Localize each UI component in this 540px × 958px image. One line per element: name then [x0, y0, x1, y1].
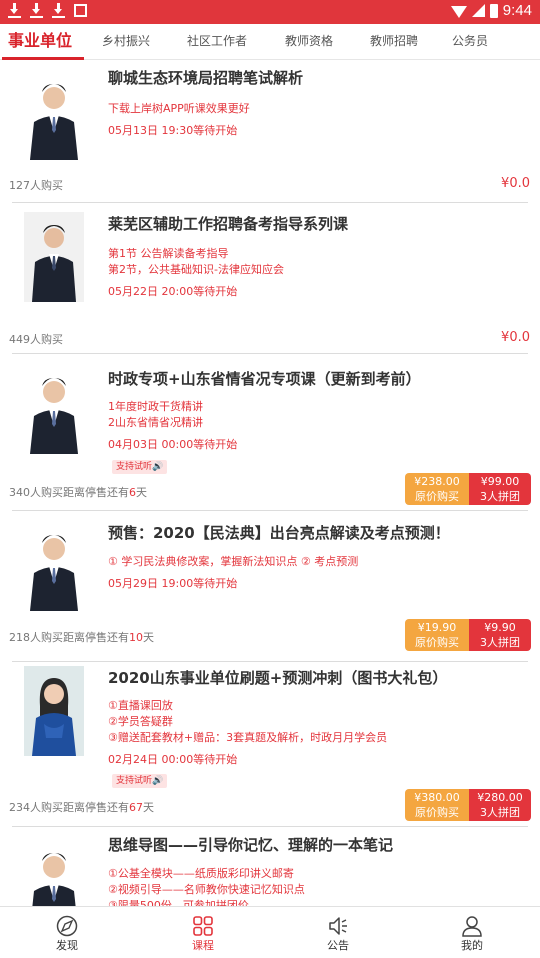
course-card[interactable]: 2020山东事业单位刷题+预测冲刺（图书大礼包） ①直播课回放 ②学员答疑群 ③…: [0, 658, 540, 827]
teacher-photo: [24, 521, 84, 611]
course-card[interactable]: 思维导图——引导你记忆、理解的一本笔记 ①公基全模块——纸质版彩印讲义邮寄 ②视…: [0, 827, 540, 907]
tab-shiye-danwei[interactable]: 事业单位: [8, 24, 72, 60]
course-desc-line: 第1节 公告解读备考指导: [108, 247, 229, 260]
course-start-time: 02月24日 00:00等待开始: [108, 753, 238, 766]
download-icon: [8, 3, 21, 18]
download-icon: [30, 3, 43, 18]
course-desc-line: ③赠送配套教材+赠品：3套真题及解析，时政月月学会员: [108, 731, 388, 744]
course-title[interactable]: 预售：2020【民法典】出台亮点解读及考点预测！: [108, 522, 450, 543]
buyer-count: 340人购买距离停售还有6天: [9, 486, 147, 499]
course-title[interactable]: 思维导图——引导你记忆、理解的一本笔记: [108, 834, 393, 855]
course-start-time: 05月29日 19:00等待开始: [108, 577, 238, 590]
wifi-icon: [450, 5, 467, 18]
course-desc-line: 2山东省情省况精讲: [108, 416, 203, 429]
course-desc-line: ②学员答疑群: [108, 715, 173, 728]
price-buttons: ¥238.00 原价购买 ¥99.00 3人拼团: [405, 473, 531, 505]
tab-shequ-gongzuozhe[interactable]: 社区工作者: [187, 24, 247, 60]
bottom-navigation: 发现 课程 公告 我的: [0, 906, 540, 958]
nav-label: 公告: [327, 939, 349, 952]
course-title[interactable]: 时政专项+山东省情省况专项课（更新到考前）: [108, 368, 421, 389]
course-price: ¥0.0: [501, 330, 530, 345]
course-card[interactable]: 莱芜区辅助工作招聘备考指导系列课 第1节 公告解读备考指导 第2节，公共基础知识…: [0, 203, 540, 354]
teacher-photo: [24, 70, 84, 160]
compass-icon: [56, 915, 78, 937]
course-title[interactable]: 聊城生态环境局招聘笔试解析: [108, 67, 303, 88]
course-desc-line: ②视频引导——名师教你快速记忆知识点: [108, 883, 305, 896]
course-start-time: 05月13日 19:30等待开始: [108, 124, 238, 137]
course-card[interactable]: 时政专项+山东省情省况专项课（更新到考前） 1年度时政干货精讲 2山东省情省况精…: [0, 354, 540, 511]
buyer-count: 449人购买: [9, 333, 63, 346]
nav-courses[interactable]: 课程: [168, 907, 238, 958]
price-buttons: ¥380.00 原价购买 ¥280.00 3人拼团: [405, 789, 531, 821]
tab-jiaoshi-zhaopin[interactable]: 教师招聘: [370, 24, 418, 60]
nav-announcements[interactable]: 公告: [303, 907, 373, 958]
grid-icon: [193, 916, 213, 936]
buyer-count: 234人购买距离停售还有67天: [9, 801, 154, 814]
teacher-photo: [24, 666, 84, 756]
download-icon: [52, 3, 65, 18]
buyer-count: 218人购买距离停售还有10天: [9, 631, 154, 644]
course-desc-line: ① 学习民法典修改案，掌握新法知识点 ② 考点预测: [108, 555, 359, 568]
course-desc-line: ①公基全模块——纸质版彩印讲义邮寄: [108, 867, 294, 880]
original-price-button[interactable]: ¥380.00 原价购买: [405, 789, 469, 821]
course-desc-line: 下载上岸树APP听课效果更好: [108, 102, 250, 115]
status-bar: 9:44: [0, 0, 540, 24]
course-start-time: 04月03日 00:00等待开始: [108, 438, 238, 451]
trial-listen-badge[interactable]: 支持试听🔊: [112, 460, 168, 474]
trial-listen-badge[interactable]: 支持试听🔊: [112, 774, 168, 788]
tab-gongwuyuan[interactable]: 公务员: [452, 24, 488, 60]
speaker-icon: [329, 917, 347, 935]
nav-label: 我的: [461, 939, 483, 952]
tab-jiaoshi-zige[interactable]: 教师资格: [285, 24, 333, 60]
group-buy-button[interactable]: ¥99.00 3人拼团: [469, 473, 531, 505]
tab-xiangcun-zhenxing[interactable]: 乡村振兴: [102, 24, 150, 60]
teacher-photo: [24, 839, 84, 907]
course-price: ¥0.0: [501, 176, 530, 191]
nav-label: 发现: [56, 939, 78, 952]
status-time: 9:44: [502, 2, 532, 19]
course-card[interactable]: 聊城生态环境局招聘笔试解析 下载上岸树APP听课效果更好 05月13日 19:3…: [0, 60, 540, 203]
buyer-count: 127人购买: [9, 179, 63, 192]
course-title[interactable]: 莱芜区辅助工作招聘备考指导系列课: [108, 213, 348, 234]
course-start-time: 05月22日 20:00等待开始: [108, 285, 238, 298]
group-buy-button[interactable]: ¥280.00 3人拼团: [469, 789, 531, 821]
category-tabs: 事业单位 乡村振兴 社区工作者 教师资格 教师招聘 公务员: [0, 24, 540, 60]
signal-icon: [471, 4, 485, 17]
nav-discover[interactable]: 发现: [32, 907, 102, 958]
course-desc-line: 第2节，公共基础知识-法律应知应会: [108, 263, 284, 276]
original-price-button[interactable]: ¥238.00 原价购买: [405, 473, 469, 505]
course-title[interactable]: 2020山东事业单位刷题+预测冲刺（图书大礼包）: [108, 667, 447, 688]
nav-label: 课程: [192, 939, 214, 952]
battery-icon: [489, 3, 498, 18]
image-icon: [74, 4, 87, 17]
course-desc-line: ①直播课回放: [108, 699, 173, 712]
original-price-button[interactable]: ¥19.90 原价购买: [405, 619, 469, 651]
course-desc-line: 1年度时政干货精讲: [108, 400, 203, 413]
group-buy-button[interactable]: ¥9.90 3人拼团: [469, 619, 531, 651]
nav-profile[interactable]: 我的: [437, 907, 507, 958]
course-card[interactable]: 预售：2020【民法典】出台亮点解读及考点预测！ ① 学习民法典修改案，掌握新法…: [0, 511, 540, 663]
teacher-photo: [24, 364, 84, 454]
price-buttons: ¥19.90 原价购买 ¥9.90 3人拼团: [405, 619, 531, 651]
user-icon: [462, 916, 482, 937]
teacher-photo: [24, 212, 84, 302]
